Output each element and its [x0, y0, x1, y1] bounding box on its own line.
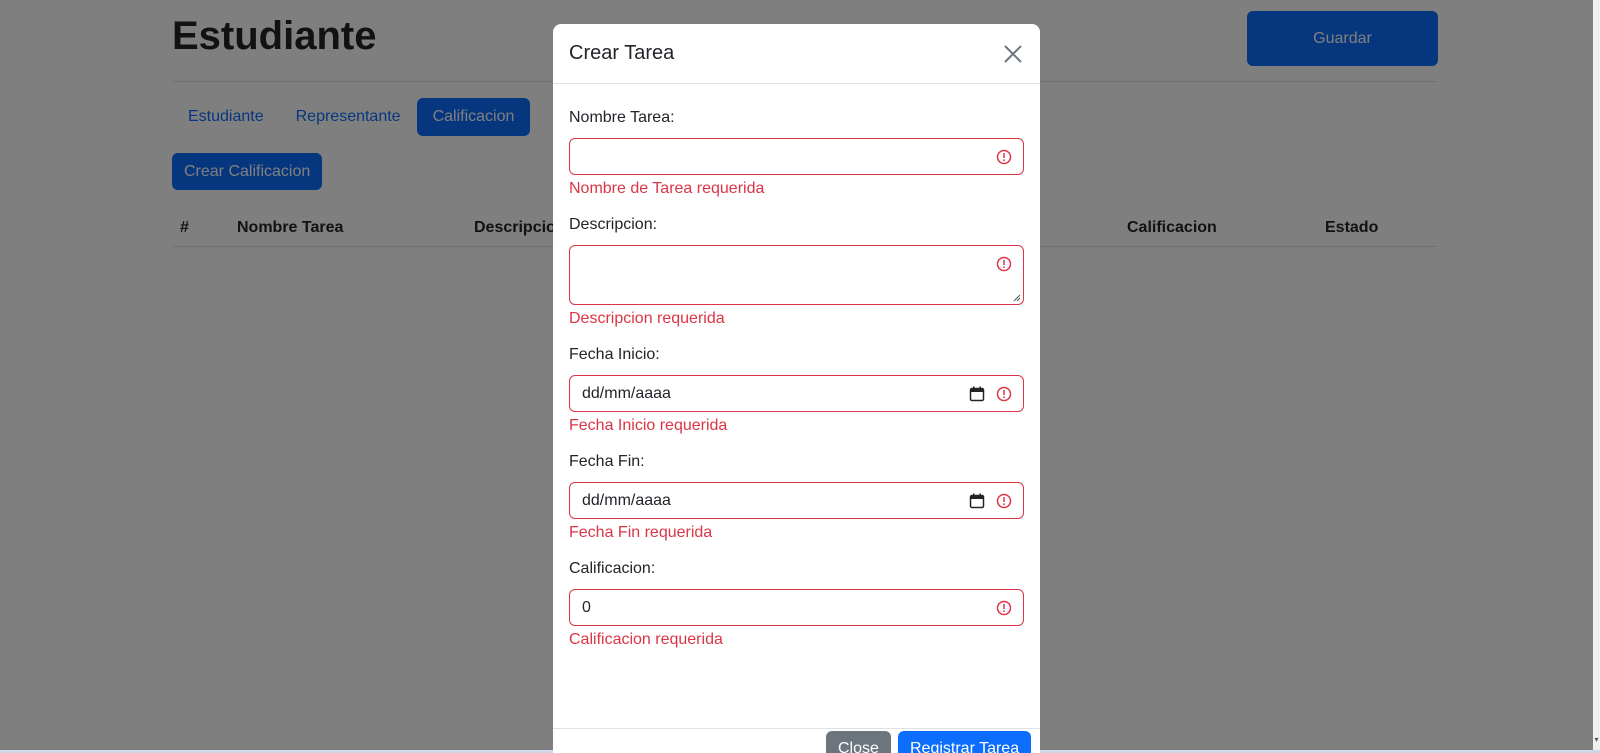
end-date-error: Fecha Fin requerida: [569, 524, 713, 541]
modal-title: Crear Tarea: [569, 42, 675, 64]
start-date-error: Fecha Inicio requerida: [569, 417, 728, 434]
end-date-label: Fecha Fin:: [569, 453, 645, 470]
register-task-button[interactable]: Registrar Tarea: [898, 731, 1032, 753]
task-name-group: Nombre Tarea: Nombre de Tarea requerida: [569, 108, 1024, 199]
description-textarea[interactable]: [569, 245, 1024, 305]
start-date-value: dd/mm/aaaa: [582, 385, 671, 402]
description-error: Descripcion requerida: [569, 310, 725, 327]
error-icon: [996, 149, 1012, 165]
start-date-group: Fecha Inicio: dd/mm/aaaa Fecha Inicio re…: [569, 345, 1024, 436]
task-name-error: Nombre de Tarea requerida: [569, 180, 765, 197]
error-icon: [996, 386, 1012, 402]
grade-value: 0: [582, 599, 591, 616]
modal-body: Nombre Tarea: Nombre de Tarea requerida …: [553, 84, 1040, 729]
create-task-modal: Crear Tarea Nombre Tarea: Nombre de Tare…: [553, 24, 1040, 753]
end-date-group: Fecha Fin: dd/mm/aaaa Fecha Fin requerid…: [569, 452, 1024, 543]
scroll-down-arrow-icon[interactable]: ▾: [1593, 735, 1600, 745]
description-group: Descripcion: Descripcion requerida: [569, 215, 1024, 329]
vertical-scrollbar[interactable]: ▾: [1593, 0, 1600, 753]
start-date-label: Fecha Inicio:: [569, 346, 660, 363]
end-date-input[interactable]: dd/mm/aaaa: [569, 482, 1024, 519]
task-name-label: Nombre Tarea:: [569, 109, 675, 126]
error-icon: [996, 256, 1012, 272]
modal-footer: Close Registrar Tarea: [553, 721, 1040, 753]
task-name-input[interactable]: [569, 138, 1024, 175]
grade-input[interactable]: 0: [569, 589, 1024, 626]
grade-label: Calificacion:: [569, 560, 656, 577]
resize-handle-icon[interactable]: [1013, 294, 1021, 302]
modal-header: Crear Tarea: [553, 24, 1040, 84]
error-icon: [996, 600, 1012, 616]
description-label: Descripcion:: [569, 216, 658, 233]
close-button[interactable]: Close: [826, 731, 891, 753]
start-date-input[interactable]: dd/mm/aaaa: [569, 375, 1024, 412]
grade-error: Calificacion requerida: [569, 631, 723, 648]
grade-group: Calificacion: 0 Calificacion requerida: [569, 559, 1024, 650]
close-icon[interactable]: [1002, 43, 1024, 65]
calendar-icon[interactable]: [969, 386, 985, 402]
calendar-icon[interactable]: [969, 493, 985, 509]
end-date-value: dd/mm/aaaa: [582, 492, 671, 509]
error-icon: [996, 493, 1012, 509]
